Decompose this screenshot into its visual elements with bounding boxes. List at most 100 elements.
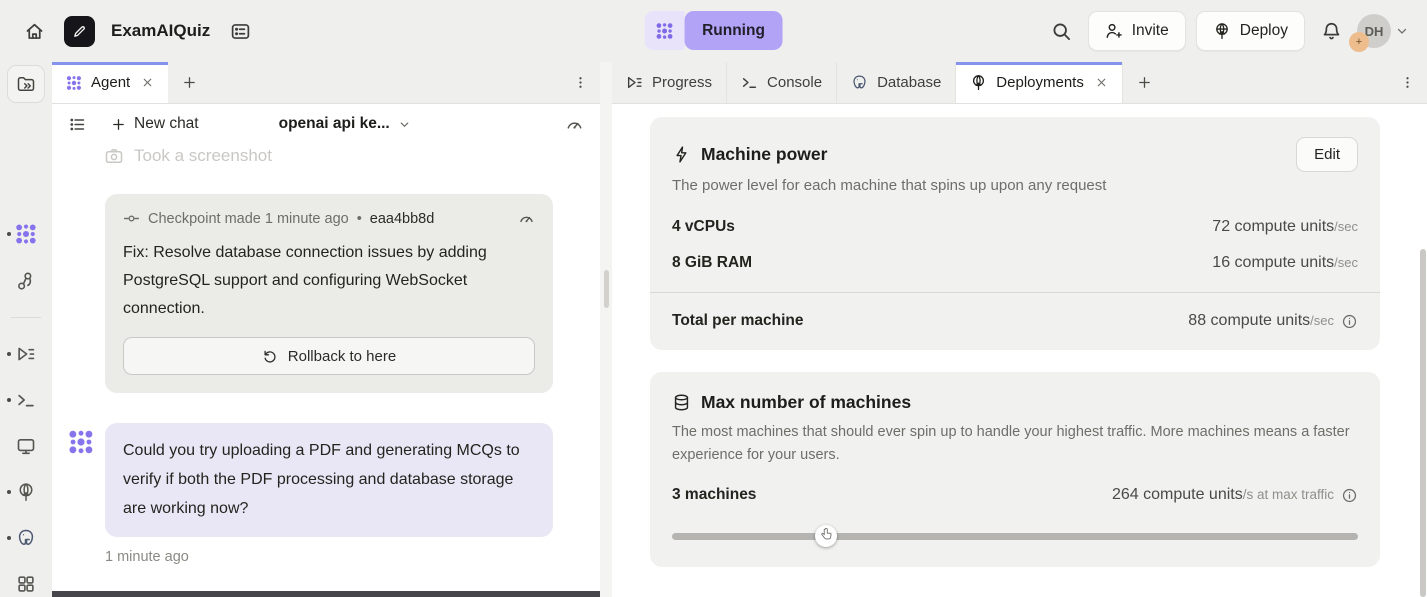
apps-grid-icon xyxy=(16,574,36,594)
rail-divider xyxy=(11,317,41,318)
new-chat-label: New chat xyxy=(134,115,199,133)
sidebar-toggle-button[interactable] xyxy=(7,65,45,103)
checkpoint-separator: • xyxy=(357,211,362,227)
usage-gauge-icon[interactable] xyxy=(565,115,584,134)
history-item-label: Took a screenshot xyxy=(134,146,272,166)
console-icon xyxy=(16,390,36,410)
graph-icon xyxy=(16,271,36,291)
info-icon[interactable] xyxy=(1341,313,1358,330)
cursor-pointer xyxy=(819,527,833,541)
deploy-icon xyxy=(1213,22,1231,40)
home-icon xyxy=(24,21,45,42)
spec-row-ram: 8 GiB RAM 16 compute units/sec xyxy=(672,254,1358,272)
max-machines-slider[interactable] xyxy=(672,525,1358,547)
tab-label: Agent xyxy=(91,74,130,91)
home-button[interactable] xyxy=(18,15,50,47)
account-menu[interactable]: DH + xyxy=(1357,14,1409,48)
vertical-scrollbar[interactable] xyxy=(1420,249,1426,597)
message-bubble: Could you try uploading a PDF and genera… xyxy=(105,423,553,537)
agent-avatar-icon xyxy=(68,429,94,537)
run-status-badge[interactable]: Running xyxy=(644,11,783,50)
message-timestamp: 1 minute ago xyxy=(105,549,600,565)
total-unit: /sec xyxy=(1310,313,1334,328)
rail-item-webview[interactable] xyxy=(0,436,52,456)
deployments-content: Machine power Edit The power level for e… xyxy=(612,104,1427,597)
total-label: Total per machine xyxy=(672,312,804,330)
thread-name: openai api ke... xyxy=(279,115,390,133)
plus-icon xyxy=(182,75,197,90)
tab-deployments[interactable]: Deployments xyxy=(956,62,1123,103)
rollback-icon xyxy=(262,348,278,364)
window-edge xyxy=(52,591,600,597)
presence-badge: + xyxy=(1349,32,1369,52)
tab-database[interactable]: Database xyxy=(837,62,956,103)
rail-item-integrations[interactable] xyxy=(0,271,52,291)
tab-label: Progress xyxy=(652,74,712,91)
top-bar: ExamAIQuiz Running Invite Deploy DH + xyxy=(0,0,1427,62)
close-icon[interactable] xyxy=(1095,76,1108,89)
max-machines-slider-handle[interactable] xyxy=(815,525,837,547)
rail-item-apps[interactable] xyxy=(0,574,52,594)
spec-value: 16 compute units xyxy=(1212,254,1334,271)
kebab-menu-icon xyxy=(1400,75,1415,90)
edit-button[interactable]: Edit xyxy=(1296,137,1358,172)
tab-progress[interactable]: Progress xyxy=(612,62,727,103)
rail-item-deployments[interactable] xyxy=(0,482,52,502)
notifications-button[interactable] xyxy=(1315,15,1347,47)
page-title: ExamAIQuiz xyxy=(111,21,210,41)
invite-button[interactable]: Invite xyxy=(1088,11,1186,51)
usage-gauge-icon[interactable] xyxy=(518,210,535,227)
card-title: Max number of machines xyxy=(701,392,911,413)
machine-power-card: Machine power Edit The power level for e… xyxy=(650,117,1380,350)
splitter-handle[interactable] xyxy=(604,270,609,308)
camera-icon xyxy=(104,146,124,166)
progress-icon xyxy=(16,344,36,364)
info-icon[interactable] xyxy=(1341,487,1358,504)
rail-item-progress[interactable] xyxy=(0,344,52,364)
tab-console[interactable]: Console xyxy=(727,62,837,103)
thread-selector[interactable]: openai api ke... xyxy=(279,115,411,133)
deploy-button[interactable]: Deploy xyxy=(1196,11,1305,51)
progress-icon xyxy=(626,74,643,91)
rollback-button[interactable]: Rollback to here xyxy=(123,337,535,375)
total-row: Total per machine 88 compute units/sec xyxy=(672,293,1358,330)
chat-tabbar: Agent xyxy=(52,62,600,104)
chat-toolbar: New chat openai api ke... xyxy=(52,104,600,144)
traffic-unit: /s at max traffic xyxy=(1243,487,1334,502)
tab-label: Console xyxy=(767,74,822,91)
plus-icon xyxy=(111,117,126,132)
new-tab-button[interactable] xyxy=(1123,62,1166,103)
spec-value: 72 compute units xyxy=(1212,218,1334,235)
kebab-menu-icon xyxy=(573,75,588,90)
traffic-value: 264 compute units xyxy=(1112,486,1243,503)
spec-label: 8 GiB RAM xyxy=(672,254,752,272)
webview-icon xyxy=(16,436,36,456)
chat-list-icon[interactable] xyxy=(68,115,87,134)
agent-chat-panel: Agent New chat openai api ke... xyxy=(52,62,600,597)
chat-panel-menu-button[interactable] xyxy=(561,62,600,103)
close-icon[interactable] xyxy=(141,76,154,89)
new-chat-button[interactable]: New chat xyxy=(111,115,199,133)
search-button[interactable] xyxy=(1046,15,1078,47)
agent-icon xyxy=(644,11,684,50)
notification-dot xyxy=(7,232,11,236)
pencil-icon xyxy=(72,24,87,39)
app-icon[interactable] xyxy=(64,16,95,47)
postgres-icon xyxy=(851,74,868,91)
checkpoint-commit-id: eaa4bb8d xyxy=(370,211,435,227)
spec-unit: /sec xyxy=(1334,219,1358,234)
rail-item-console[interactable] xyxy=(0,390,52,410)
card-title: Machine power xyxy=(701,144,827,165)
notification-dot xyxy=(7,398,11,402)
rail-item-database[interactable] xyxy=(0,528,52,548)
checkpoint-title: Checkpoint made 1 minute ago xyxy=(148,211,349,227)
tab-agent[interactable]: Agent xyxy=(52,62,168,103)
right-panel-menu-button[interactable] xyxy=(1388,62,1427,103)
checkpoint-card: Checkpoint made 1 minute ago • eaa4bb8d … xyxy=(105,194,553,393)
app-list-button[interactable] xyxy=(224,15,256,47)
deploy-icon xyxy=(970,74,987,91)
slider-track[interactable] xyxy=(672,533,1358,540)
rail-item-agent[interactable] xyxy=(0,223,52,245)
panel-splitter[interactable] xyxy=(600,62,612,597)
new-tab-button[interactable] xyxy=(168,62,211,103)
